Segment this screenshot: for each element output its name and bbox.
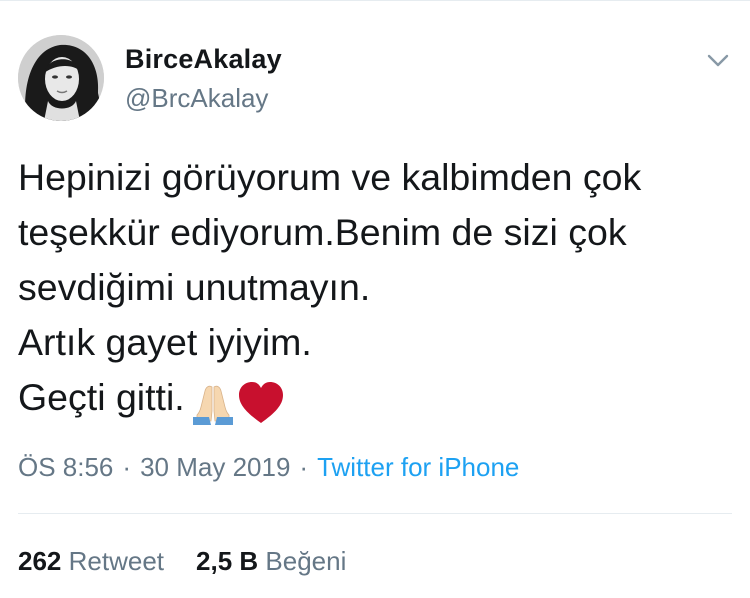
folded-hands-emoji <box>192 385 233 425</box>
meta-separator: · <box>299 452 309 482</box>
tweet-line: Geçti gitti. <box>18 376 185 418</box>
retweets-count: 262 <box>18 546 62 576</box>
chevron-down-icon[interactable] <box>703 46 733 76</box>
tweet-line: Artık gayet iyiyim. <box>18 321 312 363</box>
retweets-label: Retweet <box>68 546 165 576</box>
tweet-stats: 262 Retweet 2,5 B Beğeni <box>18 546 346 577</box>
tweet-text: Hepinizi görüyorum ve kalbimden çok teşek… <box>18 150 732 428</box>
likes-stat[interactable]: 2,5 B Beğeni <box>196 546 346 577</box>
tweet-meta: ÖS 8:56 · 30 May 2019 · Twitter for iPhone <box>18 452 519 483</box>
tweet-line: Hepinizi görüyorum ve kalbimden çok <box>18 156 642 198</box>
emoji-group <box>189 373 285 428</box>
retweets-stat[interactable]: 262 Retweet <box>18 546 164 577</box>
tweet-line: teşekkür ediyorum.Benim de sizi çok <box>18 211 627 253</box>
meta-separator: · <box>122 452 132 482</box>
likes-label: Beğeni <box>265 546 347 576</box>
likes-count: 2,5 B <box>196 546 259 576</box>
user-handle[interactable]: @BrcAkalay <box>125 83 268 114</box>
tweet-source-link[interactable]: Twitter for iPhone <box>317 452 519 482</box>
red-heart-emoji <box>238 381 283 423</box>
top-divider <box>0 0 750 1</box>
avatar[interactable] <box>18 35 104 121</box>
stats-divider <box>18 513 732 514</box>
tweet-last-line: Geçti gitti. <box>18 370 732 428</box>
tweet-date[interactable]: 30 May 2019 <box>140 452 290 482</box>
display-name[interactable]: BirceAkalay <box>125 44 282 75</box>
tweet-time[interactable]: ÖS 8:56 <box>18 452 113 482</box>
tweet-line: sevdiğimi unutmayın. <box>18 266 371 308</box>
